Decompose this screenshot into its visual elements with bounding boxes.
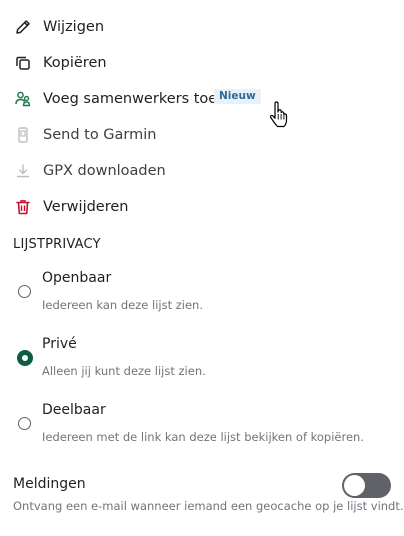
pencil-icon	[13, 17, 33, 37]
notifications-toggle[interactable]	[342, 473, 391, 498]
radio-public[interactable]	[18, 285, 31, 298]
garmin-device-icon	[13, 125, 33, 145]
gpx-download-item[interactable]: GPX downloaden	[0, 153, 404, 189]
edit-label: Wijzigen	[43, 19, 105, 35]
hand-cursor-icon	[269, 101, 288, 128]
option-title: Deelbaar	[42, 402, 106, 418]
download-icon	[13, 161, 33, 181]
gpx-download-label: GPX downloaden	[43, 163, 166, 179]
option-title: Privé	[42, 336, 77, 352]
add-collaborators-item[interactable]: Voeg samenwerkers toe Nieuw	[0, 81, 404, 117]
privacy-option-public[interactable]: Openbaar Iedereen kan deze lijst zien.	[0, 266, 404, 326]
toggle-knob	[344, 475, 365, 496]
option-description: Iedereen kan deze lijst zien.	[42, 298, 203, 312]
notifications-title: Meldingen	[13, 476, 86, 492]
radio-shareable[interactable]	[18, 417, 31, 430]
radio-private[interactable]	[17, 350, 33, 366]
copy-icon	[13, 53, 33, 73]
list-privacy-heading: LIJSTPRIVACY	[13, 237, 101, 252]
add-collaborators-label: Voeg samenwerkers toe	[43, 91, 218, 107]
edit-list-item[interactable]: Wijzigen	[0, 9, 404, 45]
trash-icon	[13, 197, 33, 217]
option-title: Openbaar	[42, 270, 112, 286]
copy-list-item[interactable]: Kopiëren	[0, 45, 404, 81]
delete-label: Verwijderen	[43, 199, 129, 215]
collaborators-icon	[13, 89, 33, 109]
option-description: Iedereen met de link kan deze lijst beki…	[42, 430, 364, 444]
copy-label: Kopiëren	[43, 55, 107, 71]
notifications-description: Ontvang een e-mail wanneer iemand een ge…	[13, 499, 404, 513]
privacy-option-shareable[interactable]: Deelbaar Iedereen met de link kan deze l…	[0, 398, 404, 458]
delete-list-item[interactable]: Verwijderen	[0, 189, 404, 225]
send-to-garmin-item[interactable]: Send to Garmin	[0, 117, 404, 153]
new-badge: Nieuw	[214, 89, 261, 104]
send-to-garmin-label: Send to Garmin	[43, 127, 157, 143]
privacy-option-private[interactable]: Privé Alleen jij kunt deze lijst zien.	[0, 332, 404, 392]
list-actions-panel: Wijzigen Kopiëren Voeg samenwerkers toe …	[0, 0, 404, 536]
option-description: Alleen jij kunt deze lijst zien.	[42, 364, 206, 378]
